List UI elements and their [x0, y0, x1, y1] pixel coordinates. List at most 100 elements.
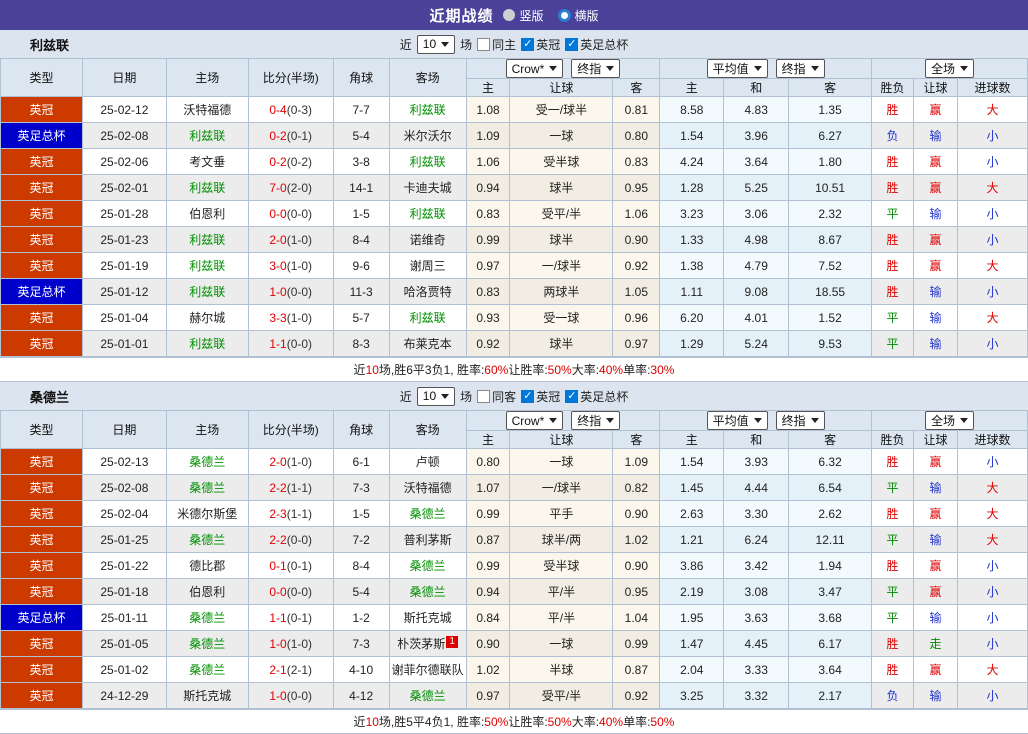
odds-handicap: 一/球半 — [509, 474, 614, 501]
score: 0-0(0-0) — [247, 578, 334, 605]
score: 1-0(1-0) — [247, 630, 334, 657]
away-team: 卡迪夫城 — [388, 174, 467, 201]
games-label: 场 — [460, 389, 473, 404]
result-handicap: 赢 — [913, 96, 958, 123]
same-venue-checkbox[interactable] — [477, 389, 491, 403]
odds-stage-select[interactable]: 终指 — [571, 59, 621, 78]
col-header-handicap: 让球 — [509, 430, 614, 449]
away-team: 普利茅斯 — [388, 526, 467, 553]
radio-vertical[interactable]: 竖版 — [503, 7, 544, 24]
match-row: 英冠 25-01-19 利兹联 3-0(1-0) 9-6 谢周三 0.97 一/球半 0.92 1… — [0, 252, 1028, 279]
odds-away: 0.80 — [612, 122, 661, 149]
avg-away: 8.67 — [788, 226, 873, 253]
league-checkbox[interactable] — [521, 389, 535, 403]
col-header-away: 客场 — [388, 58, 467, 97]
result-goals: 大 — [956, 96, 1028, 123]
facup-checkbox[interactable] — [565, 389, 579, 403]
radio-horizontal[interactable]: 横版 — [557, 7, 599, 24]
facup-filter[interactable]: 英足总杯 — [565, 388, 628, 405]
odds-source-select[interactable]: Crow* — [505, 411, 564, 430]
average-select[interactable]: 平均值 — [706, 59, 768, 78]
recent-count-value: 10 — [422, 389, 437, 403]
odds-home: 1.07 — [465, 474, 511, 501]
home-team: 利兹联 — [165, 122, 249, 149]
avg-home: 1.38 — [659, 252, 725, 279]
odds-home: 0.94 — [465, 174, 511, 201]
avg-home: 1.47 — [659, 630, 725, 657]
result-goals: 大 — [956, 500, 1028, 527]
average-select[interactable]: 平均值 — [706, 411, 768, 430]
radio-circle-icon[interactable] — [557, 8, 571, 22]
result-goals: 大 — [956, 304, 1028, 331]
facup-checkbox[interactable] — [565, 37, 579, 51]
odds-away: 0.90 — [612, 500, 661, 527]
odds-home: 0.94 — [465, 578, 511, 605]
odds-away: 0.92 — [612, 682, 661, 709]
col-header-odds-away: 客 — [612, 78, 661, 97]
match-date: 25-02-04 — [81, 500, 167, 527]
summary-text: 60% — [484, 362, 509, 377]
avg-away: 1.80 — [788, 148, 873, 175]
result-handicap: 赢 — [913, 500, 958, 527]
result-winlose: 负 — [871, 122, 915, 149]
average-stage-select[interactable]: 终指 — [775, 59, 825, 78]
result-winlose: 负 — [871, 682, 915, 709]
match-date: 25-01-18 — [81, 578, 167, 605]
result-goals: 小 — [956, 278, 1028, 305]
corner-count: 7-3 — [332, 630, 390, 657]
result-winlose: 胜 — [871, 148, 915, 175]
odds-stage-select[interactable]: 终指 — [571, 411, 621, 430]
score: 0-0(0-0) — [247, 200, 334, 227]
col-header-away: 客场 — [388, 410, 467, 449]
score: 2-2(1-1) — [247, 474, 334, 501]
corner-count: 6-1 — [332, 448, 390, 475]
odds-home: 0.99 — [465, 552, 511, 579]
match-date: 25-02-08 — [81, 122, 167, 149]
score: 2-0(1-0) — [247, 448, 334, 475]
odds-away: 0.82 — [612, 474, 661, 501]
match-row: 英冠 25-01-04 赫尔城 3-3(1-0) 5-7 利兹联 0.93 受一球 0.96 6.… — [0, 304, 1028, 331]
score: 0-2(0-2) — [247, 148, 334, 175]
odds-home: 0.83 — [465, 200, 511, 227]
home-team: 利兹联 — [165, 278, 249, 305]
avg-draw: 4.45 — [723, 630, 790, 657]
result-handicap: 输 — [913, 604, 958, 631]
games-label: 场 — [460, 37, 473, 52]
odds-away: 0.90 — [612, 552, 661, 579]
corner-count: 5-4 — [332, 122, 390, 149]
result-handicap: 赢 — [913, 252, 958, 279]
recent-count-select[interactable]: 10 — [416, 34, 456, 54]
odds-away: 1.04 — [612, 604, 661, 631]
odds-source-select[interactable]: Crow* — [505, 59, 564, 78]
result-winlose: 平 — [871, 474, 915, 501]
avg-draw: 6.24 — [723, 526, 790, 553]
away-card-badge: 1 — [446, 636, 458, 648]
match-row: 英足总杯 25-02-08 利兹联 0-2(0-1) 5-4 米尔沃尔 1.09 一球 0.80… — [0, 122, 1028, 149]
league-filter[interactable]: 英冠 — [521, 36, 560, 53]
same-venue-filter[interactable]: 同客 — [477, 388, 516, 405]
home-team: 桑德兰 — [165, 526, 249, 553]
facup-filter[interactable]: 英足总杯 — [565, 36, 628, 53]
recent-count-select[interactable]: 10 — [416, 386, 456, 406]
result-winlose: 胜 — [871, 552, 915, 579]
avg-home: 1.33 — [659, 226, 725, 253]
competition-badge: 英冠 — [0, 200, 83, 227]
result-handicap: 输 — [913, 330, 958, 357]
odds-handicap: 两球半 — [509, 278, 614, 305]
league-filter[interactable]: 英冠 — [521, 388, 560, 405]
same-venue-checkbox[interactable] — [477, 37, 491, 51]
match-row: 英冠 25-02-12 沃特福德 0-4(0-3) 7-7 利兹联 1.08 受一/球半 0.8… — [0, 96, 1028, 123]
away-team: 谢菲尔德联队 — [388, 656, 467, 683]
scope-select[interactable]: 全场 — [925, 411, 975, 430]
result-goals: 小 — [956, 122, 1028, 149]
score: 1-1(0-0) — [247, 330, 334, 357]
league-checkbox[interactable] — [521, 37, 535, 51]
radio-circle-icon[interactable] — [503, 9, 516, 21]
same-venue-filter[interactable]: 同主 — [477, 36, 516, 53]
result-winlose: 平 — [871, 604, 915, 631]
summary-text: 近 — [353, 715, 366, 729]
away-team: 卢顿 — [388, 448, 467, 475]
scope-select[interactable]: 全场 — [925, 59, 975, 78]
summary-text: 单率: — [623, 363, 651, 377]
average-stage-select[interactable]: 终指 — [775, 411, 825, 430]
